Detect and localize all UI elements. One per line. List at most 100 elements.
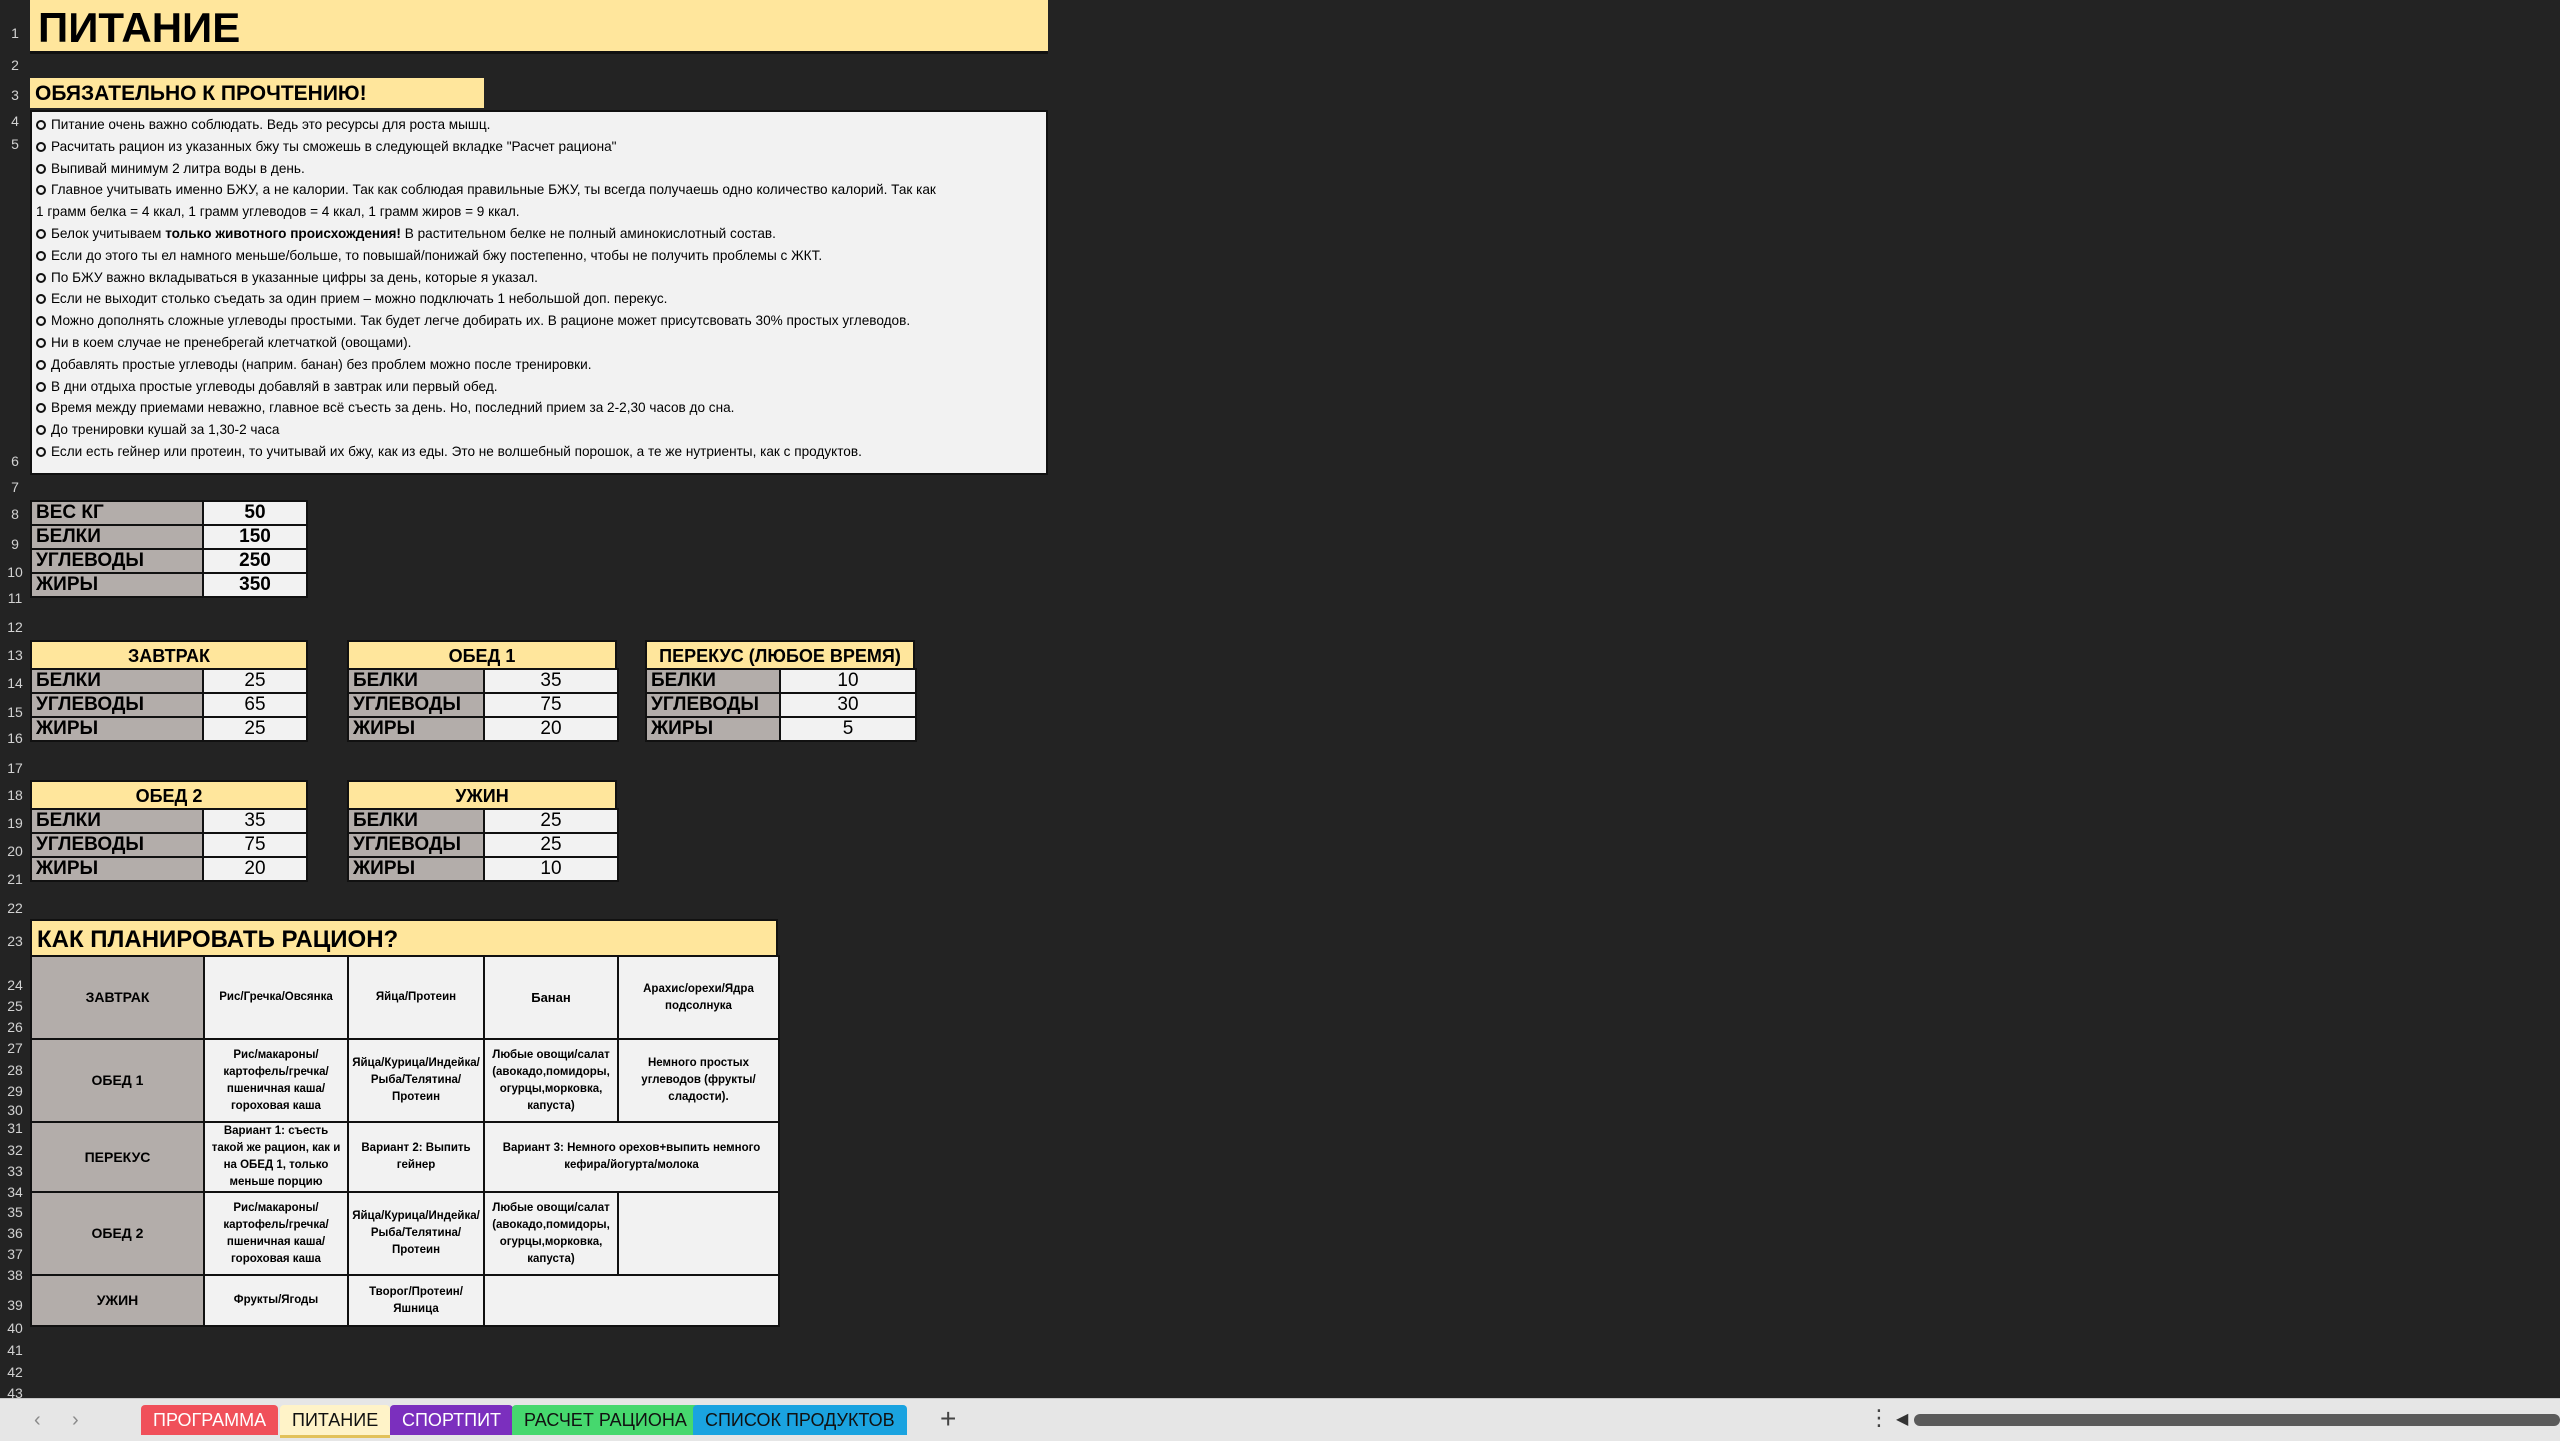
table-cell[interactable]: Любые овощи/салат (авокадо,помидоры, огу… (483, 1038, 619, 1123)
table-cell[interactable]: УГЛЕВОДЫ (30, 548, 204, 574)
table-cell[interactable]: 20 (483, 716, 619, 742)
table-cell[interactable]: БЕЛКИ (30, 668, 204, 694)
table-cell[interactable]: 75 (483, 692, 619, 718)
horizontal-scrollbar[interactable]: ◀ (1896, 1409, 2560, 1429)
row-number[interactable]: 15 (0, 704, 30, 720)
table-cell[interactable]: 350 (202, 572, 308, 598)
tab-pitanie[interactable]: ПИТАНИЕ (280, 1405, 391, 1438)
table-cell[interactable]: ОБЕД 1 (30, 1038, 205, 1123)
row-number[interactable]: 40 (0, 1320, 30, 1336)
table-cell[interactable]: 250 (202, 548, 308, 574)
table-cell[interactable]: Рис/макароны/картофель/гречка/пшеничная … (203, 1038, 349, 1123)
row-number[interactable]: 5 (0, 136, 30, 152)
table-cell[interactable]: ЖИРЫ (347, 856, 485, 882)
row-number[interactable]: 4 (0, 113, 30, 129)
row-number[interactable]: 35 (0, 1204, 30, 1220)
row-number[interactable]: 25 (0, 998, 30, 1014)
row-number[interactable]: 10 (0, 564, 30, 580)
tab-spisok-produktov[interactable]: СПИСОК ПРОДУКТОВ (693, 1405, 907, 1435)
table-cell[interactable]: ЖИРЫ (30, 856, 204, 882)
row-number[interactable]: 13 (0, 647, 30, 663)
table-cell[interactable]: 10 (779, 668, 917, 694)
row-number[interactable]: 18 (0, 787, 30, 803)
table-cell[interactable]: БЕЛКИ (347, 668, 485, 694)
table-cell[interactable]: 35 (483, 668, 619, 694)
table-cell[interactable]: Немного простых углеводов (фрукты/сладос… (617, 1038, 780, 1123)
row-number[interactable]: 19 (0, 815, 30, 831)
meal-header[interactable]: УЖИН (347, 780, 617, 808)
scroll-left-icon[interactable]: ◀ (1896, 1409, 1908, 1429)
tab-raschet-raciona[interactable]: РАСЧЕТ РАЦИОНА (512, 1405, 699, 1435)
row-number[interactable]: 11 (0, 590, 30, 606)
row-number[interactable]: 29 (0, 1083, 30, 1099)
table-cell[interactable]: Рис/макароны/картофель/гречка/пшеничная … (203, 1191, 349, 1276)
table-cell[interactable]: Яйца/Протеин (347, 955, 485, 1040)
table-cell[interactable]: 20 (202, 856, 308, 882)
next-sheet-icon[interactable]: › (72, 1409, 79, 1432)
row-number[interactable]: 14 (0, 675, 30, 691)
table-cell[interactable]: ЖИРЫ (30, 716, 204, 742)
table-cell[interactable]: 25 (483, 832, 619, 858)
table-cell[interactable]: Банан (483, 955, 619, 1040)
row-number[interactable]: 17 (0, 760, 30, 776)
prev-sheet-icon[interactable]: ‹ (34, 1409, 41, 1432)
table-cell[interactable]: УГЛЕВОДЫ (347, 692, 485, 718)
table-cell[interactable]: 30 (779, 692, 917, 718)
row-number[interactable]: 21 (0, 871, 30, 887)
table-cell[interactable]: Вариант 3: Немного орехов+выпить немного… (483, 1121, 780, 1193)
row-number[interactable]: 7 (0, 479, 30, 495)
tab-sportpit[interactable]: СПОРТПИТ (390, 1405, 513, 1435)
table-cell[interactable]: 35 (202, 808, 308, 834)
table-cell[interactable]: Арахис/орехи/Ядра подсолнука (617, 955, 780, 1040)
row-number[interactable]: 22 (0, 900, 30, 916)
add-sheet-icon[interactable]: + (940, 1403, 956, 1435)
row-number[interactable]: 37 (0, 1246, 30, 1262)
notes-block[interactable]: Питание очень важно соблюдать. Ведь это … (30, 110, 1048, 475)
tab-programma[interactable]: ПРОГРАММА (141, 1405, 279, 1435)
row-number[interactable]: 26 (0, 1019, 30, 1035)
table-cell[interactable]: 50 (202, 500, 308, 526)
row-number[interactable]: 41 (0, 1342, 30, 1358)
meal-header[interactable]: ОБЕД 1 (347, 640, 617, 668)
row-number[interactable]: 20 (0, 843, 30, 859)
table-cell[interactable]: ПЕРЕКУС (30, 1121, 205, 1193)
table-cell[interactable]: УГЛЕВОДЫ (30, 692, 204, 718)
table-cell[interactable]: 25 (202, 716, 308, 742)
meal-header[interactable]: ПЕРЕКУС (ЛЮБОЕ ВРЕМЯ) (645, 640, 915, 668)
table-cell[interactable]: 65 (202, 692, 308, 718)
table-cell[interactable]: Рис/Гречка/Овсянка (203, 955, 349, 1040)
row-number[interactable]: 1 (0, 25, 30, 41)
table-cell[interactable]: Яйца/Курица/Индейка/Рыба/Телятина/Протеи… (347, 1191, 485, 1276)
table-cell[interactable]: Вариант 2: Выпить гейнер (347, 1121, 485, 1193)
more-options-icon[interactable]: ⋮ (1868, 1405, 1890, 1431)
row-number[interactable]: 31 (0, 1120, 30, 1136)
row-number[interactable]: 42 (0, 1364, 30, 1380)
table-cell[interactable]: ЖИРЫ (347, 716, 485, 742)
table-cell[interactable]: УГЛЕВОДЫ (30, 832, 204, 858)
row-number[interactable]: 34 (0, 1184, 30, 1200)
row-number[interactable]: 2 (0, 57, 30, 73)
table-cell[interactable]: ЗАВТРАК (30, 955, 205, 1040)
spreadsheet-grid[interactable]: 1 2 3 4 5 6 7 8 9 10 11 12 13 14 15 16 17 18 19 20 21 22 23 24 2… (0, 0, 2560, 1401)
table-cell[interactable]: УГЛЕВОДЫ (347, 832, 485, 858)
table-cell[interactable]: Яйца/Курица/Индейка/Рыба/Телятина/Протеи… (347, 1038, 485, 1123)
row-number[interactable]: 16 (0, 730, 30, 746)
plan-title[interactable]: КАК ПЛАНИРОВАТЬ РАЦИОН? (30, 919, 778, 955)
row-number[interactable]: 12 (0, 619, 30, 635)
table-cell[interactable]: 150 (202, 524, 308, 550)
table-cell[interactable]: БЕЛКИ (645, 668, 781, 694)
table-cell[interactable]: БЕЛКИ (30, 524, 204, 550)
table-cell[interactable]: 75 (202, 832, 308, 858)
must-read-heading[interactable]: ОБЯЗАТЕЛЬНО К ПРОЧТЕНИЮ! (30, 78, 484, 108)
row-number[interactable]: 23 (0, 933, 30, 949)
row-number[interactable]: 38 (0, 1267, 30, 1283)
table-cell[interactable] (617, 1191, 780, 1276)
table-cell[interactable]: БЕЛКИ (30, 808, 204, 834)
row-number[interactable]: 27 (0, 1040, 30, 1056)
table-cell[interactable]: ОБЕД 2 (30, 1191, 205, 1276)
meal-header[interactable]: ОБЕД 2 (30, 780, 308, 808)
table-cell[interactable]: Творог/Протеин/Яшница (347, 1274, 485, 1327)
table-cell[interactable]: 25 (483, 808, 619, 834)
row-number[interactable]: 24 (0, 977, 30, 993)
table-cell[interactable]: ЖИРЫ (645, 716, 781, 742)
